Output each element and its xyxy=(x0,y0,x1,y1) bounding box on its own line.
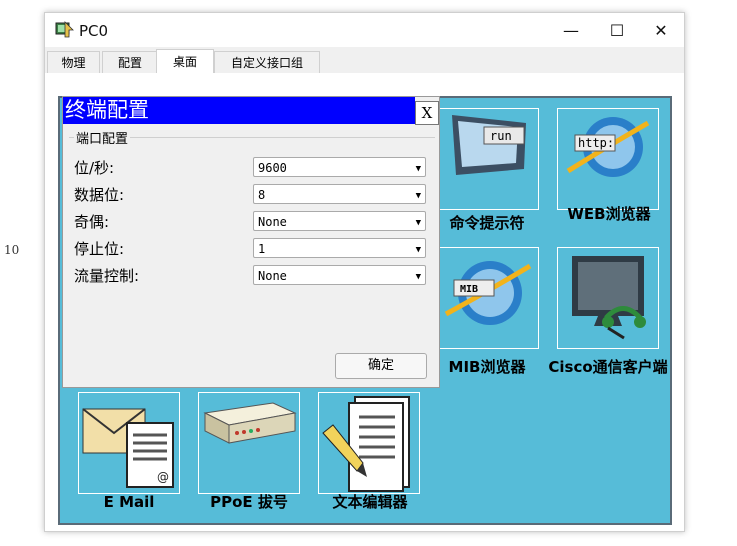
pppoe-dialer-tile[interactable] xyxy=(198,392,300,494)
cisco-ip-communicator-icon xyxy=(572,256,646,340)
title-bar: PC0 — ☐ ✕ xyxy=(45,13,684,47)
command-prompt-tile[interactable]: run xyxy=(437,108,539,210)
terminal-run-icon: run xyxy=(452,115,526,175)
email-label: E Mail xyxy=(103,493,155,511)
tab-bar: 物理 配置 桌面 自定义接口组 xyxy=(45,49,684,73)
minimize-button[interactable]: — xyxy=(548,13,594,47)
chevron-down-icon: ▼ xyxy=(415,272,421,282)
tab-custom-interface[interactable]: 自定义接口组 xyxy=(214,51,320,73)
side-label: 10 xyxy=(4,243,20,257)
email-icon: @ xyxy=(82,408,174,488)
data-bits-select[interactable]: 8 ▼ xyxy=(253,184,426,204)
close-button[interactable]: ✕ xyxy=(638,13,684,47)
web-browser-label: WEB浏览器 xyxy=(567,205,651,223)
flow-control-select[interactable]: None ▼ xyxy=(253,265,426,285)
http-icon-text: http: xyxy=(578,136,614,150)
baud-rate-value: 9600 xyxy=(258,161,287,175)
parity-label: 奇偶: xyxy=(74,213,110,231)
baud-rate-select[interactable]: 9600 ▼ xyxy=(253,157,426,177)
stop-bits-value: 1 xyxy=(258,242,266,256)
tab-config[interactable]: 配置 xyxy=(102,51,158,73)
maximize-button[interactable]: ☐ xyxy=(594,13,640,47)
web-browser-icon: http: xyxy=(566,117,650,177)
web-browser-tile[interactable]: http: xyxy=(557,108,659,210)
dialog-close-button[interactable]: X xyxy=(415,101,439,125)
flow-control-label: 流量控制: xyxy=(74,267,140,285)
port-config-group-label: 端口配置 xyxy=(74,128,131,147)
stop-bits-select[interactable]: 1 ▼ xyxy=(253,238,426,258)
mib-browser-tile[interactable]: MIB xyxy=(437,247,539,349)
window-title: PC0 xyxy=(79,22,109,40)
mib-browser-icon: MIB xyxy=(444,261,532,325)
text-editor-label: 文本编辑器 xyxy=(332,493,408,511)
chevron-down-icon: ▼ xyxy=(415,218,421,228)
email-tile[interactable]: @ xyxy=(78,392,180,494)
pppoe-dialer-icon xyxy=(203,402,297,444)
text-editor-icon xyxy=(322,396,410,492)
terminal-config-dialog: 终端配置 X 端口配置 位/秒: 9600 ▼ 数据位: 8 ▼ 奇偶: Non… xyxy=(62,96,440,388)
ok-button[interactable]: 确定 xyxy=(335,353,427,379)
text-editor-tile[interactable] xyxy=(318,392,420,494)
command-prompt-label: 命令提示符 xyxy=(449,214,525,232)
chevron-down-icon: ▼ xyxy=(415,164,421,174)
stop-bits-label: 停止位: xyxy=(74,240,125,258)
data-bits-value: 8 xyxy=(258,188,266,202)
parity-select[interactable]: None ▼ xyxy=(253,211,426,231)
packet-tracer-app-icon xyxy=(55,21,74,38)
dialog-title: 终端配置 xyxy=(63,97,415,124)
chevron-down-icon: ▼ xyxy=(415,245,421,255)
pppoe-dialer-label: PPoE 拔号 xyxy=(210,493,288,511)
baud-rate-label: 位/秒: xyxy=(74,159,115,177)
mib-browser-label: MIB浏览器 xyxy=(448,358,526,376)
email-at-icon-text: @ xyxy=(157,470,169,484)
tab-desktop[interactable]: 桌面 xyxy=(156,49,214,73)
data-bits-label: 数据位: xyxy=(74,186,125,204)
run-icon-text: run xyxy=(490,129,512,143)
parity-value: None xyxy=(258,215,287,229)
flow-control-value: None xyxy=(258,269,287,283)
chevron-down-icon: ▼ xyxy=(415,191,421,201)
cisco-communicator-tile[interactable] xyxy=(557,247,659,349)
cisco-communicator-label: Cisco通信客户端 xyxy=(548,358,668,376)
tab-physical[interactable]: 物理 xyxy=(47,51,100,73)
mib-icon-text: MIB xyxy=(460,284,478,295)
